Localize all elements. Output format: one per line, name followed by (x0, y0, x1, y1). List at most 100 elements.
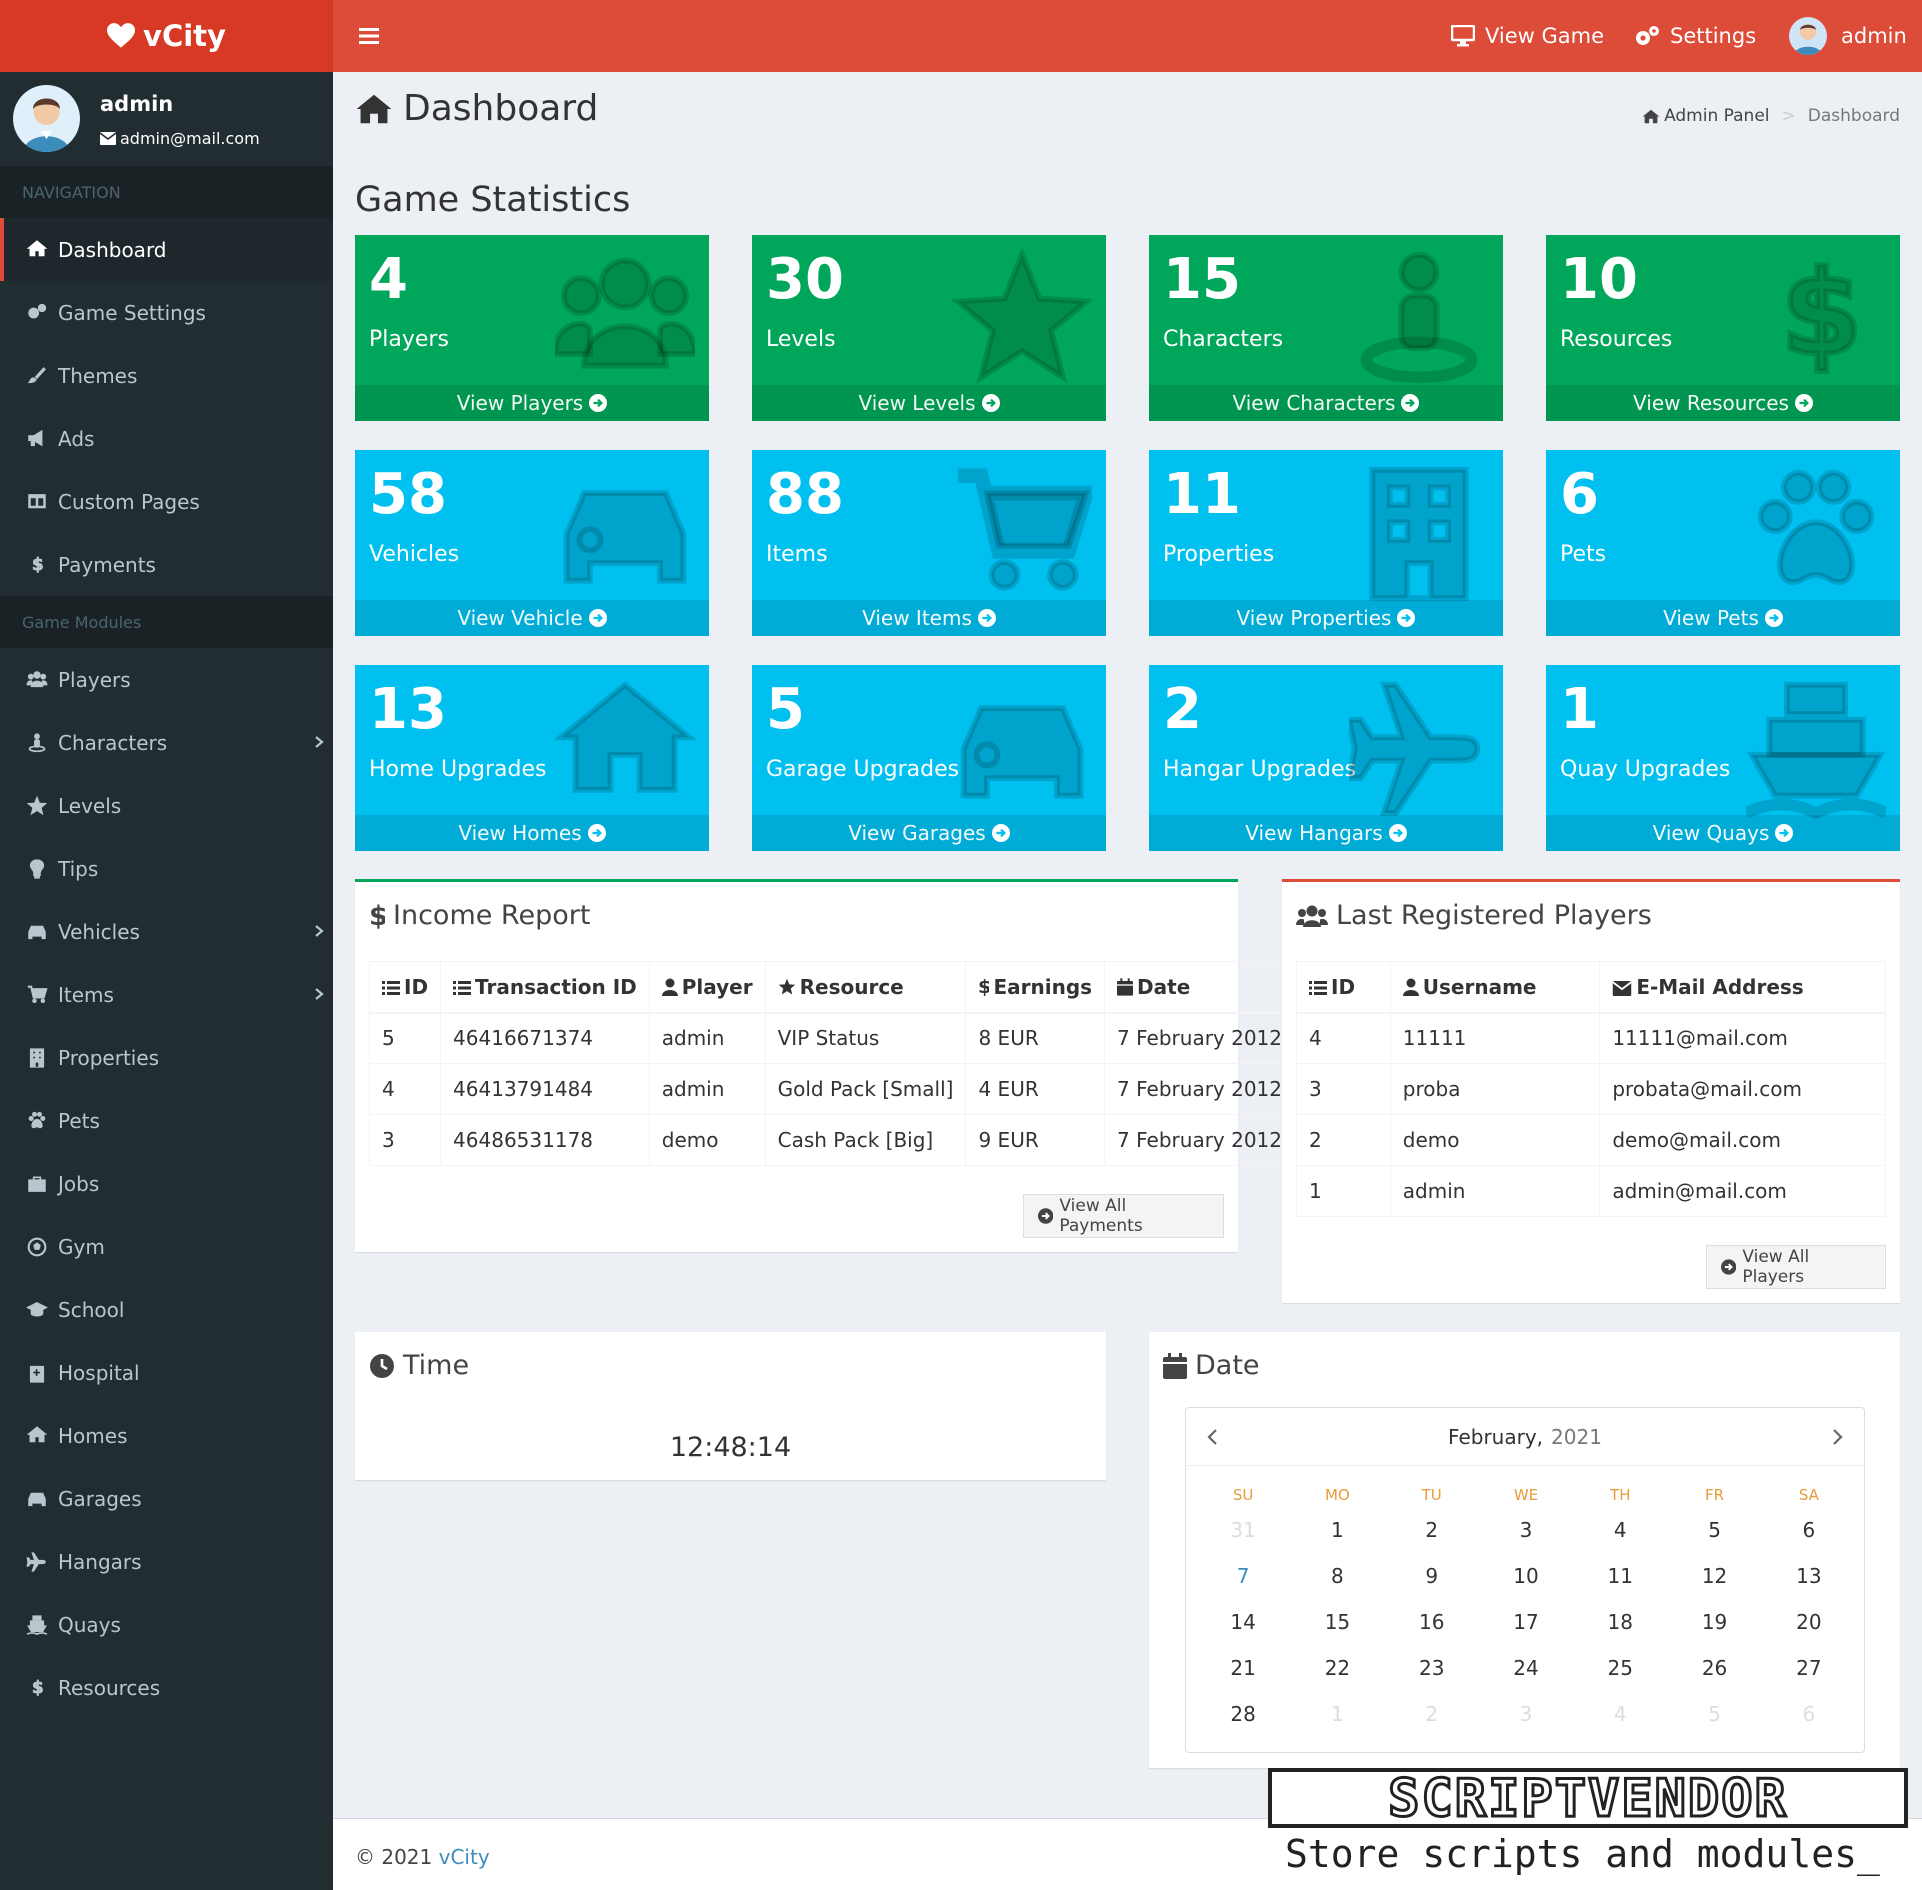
app-name: vCity (143, 19, 226, 53)
sidebar-item-homes[interactable]: Homes (0, 1404, 333, 1467)
sidebar-item-items[interactable]: Items (0, 963, 333, 1026)
sidebar-item-quays[interactable]: Quays (0, 1593, 333, 1656)
calendar-day[interactable]: 11 (1573, 1560, 1667, 1606)
sidebar-item-pets[interactable]: Pets (0, 1089, 333, 1152)
calendar-day[interactable]: 2 (1385, 1698, 1479, 1744)
calendar-day[interactable]: 4 (1573, 1514, 1667, 1560)
view-game-link[interactable]: View Game (1451, 0, 1604, 72)
stat-link[interactable]: View Levels (752, 385, 1106, 421)
stat-link[interactable]: View Vehicle (355, 600, 709, 636)
stat-link[interactable]: View Hangars (1149, 815, 1503, 851)
sidebar-item-characters[interactable]: Characters (0, 711, 333, 774)
calendar-icon (1117, 978, 1134, 996)
sidebar-item-properties[interactable]: Properties (0, 1026, 333, 1089)
table-cell: 8 EUR (965, 1012, 1106, 1064)
calendar-day[interactable]: 9 (1385, 1560, 1479, 1606)
stat-link[interactable]: View Resources (1546, 385, 1900, 421)
calendar-year[interactable]: 2021 (1551, 1425, 1602, 1449)
settings-link[interactable]: Settings (1634, 0, 1756, 72)
stat-box-vehicles: 58 Vehicles View Vehicle (355, 450, 709, 636)
calendar-day[interactable]: 10 (1479, 1560, 1573, 1606)
calendar-day[interactable]: 19 (1667, 1606, 1761, 1652)
stat-link[interactable]: View Garages (752, 815, 1106, 851)
calendar-day[interactable]: 28 (1196, 1698, 1290, 1744)
calendar-day[interactable]: 26 (1667, 1652, 1761, 1698)
chevron-left-icon[interactable] (1206, 1428, 1218, 1446)
stat-link[interactable]: View Characters (1149, 385, 1503, 421)
sidebar-item-game-settings[interactable]: Game Settings (0, 281, 333, 344)
footer-app-link[interactable]: vCity (439, 1845, 490, 1869)
cogs-icon (1636, 26, 1659, 45)
table-cell: 4 (368, 1063, 442, 1115)
calendar-day[interactable]: 8 (1290, 1560, 1384, 1606)
calendar-day[interactable]: 15 (1290, 1606, 1384, 1652)
calendar-month[interactable]: February, (1448, 1425, 1543, 1449)
table-cell: Cash Pack [Big] (764, 1114, 967, 1166)
calendar-day[interactable]: 1 (1290, 1514, 1384, 1560)
sidebar-item-hangars[interactable]: Hangars (0, 1530, 333, 1593)
sidebar-item-payments[interactable]: $ Payments (0, 533, 333, 596)
calendar-day[interactable]: 20 (1762, 1606, 1856, 1652)
calendar-day[interactable]: 18 (1573, 1606, 1667, 1652)
stat-value: 58 (369, 462, 447, 527)
stat-link[interactable]: View Items (752, 600, 1106, 636)
sidebar-item-resources[interactable]: $ Resources (0, 1656, 333, 1719)
calendar-day[interactable]: 22 (1290, 1652, 1384, 1698)
sidebar-item-levels[interactable]: Levels (0, 774, 333, 837)
chevron-right-icon[interactable] (1832, 1428, 1844, 1446)
sidebar-item-jobs[interactable]: Jobs (0, 1152, 333, 1215)
user-menu[interactable]: admin (1789, 0, 1907, 72)
calendar-day[interactable]: 1 (1290, 1698, 1384, 1744)
calendar-day[interactable]: 6 (1762, 1514, 1856, 1560)
user-menu-label: admin (1841, 24, 1907, 48)
sidebar-item-gym[interactable]: Gym (0, 1215, 333, 1278)
section-title: Game Statistics (355, 180, 631, 220)
calendar-day[interactable]: 7 (1196, 1560, 1290, 1606)
chevron-right-icon (315, 988, 324, 1000)
table-cell: demo (1389, 1114, 1601, 1166)
sidebar-item-players[interactable]: Players (0, 648, 333, 711)
calendar-day[interactable]: 25 (1573, 1652, 1667, 1698)
sidebar-item-tips[interactable]: Tips (0, 837, 333, 900)
calendar-day[interactable]: 5 (1667, 1698, 1761, 1744)
stat-link[interactable]: View Properties (1149, 600, 1503, 636)
user-icon (1402, 978, 1419, 996)
calendar-day[interactable]: 5 (1667, 1514, 1761, 1560)
calendar-day[interactable]: 3 (1479, 1514, 1573, 1560)
view-all-payments-button[interactable]: View All Payments (1023, 1194, 1224, 1238)
calendar-day[interactable]: 24 (1479, 1652, 1573, 1698)
calendar-day[interactable]: 16 (1385, 1606, 1479, 1652)
sidebar-item-ads[interactable]: Ads (0, 407, 333, 470)
stat-link[interactable]: View Homes (355, 815, 709, 851)
sidebar-item-themes[interactable]: Themes (0, 344, 333, 407)
calendar-day[interactable]: 4 (1573, 1698, 1667, 1744)
calendar-day[interactable]: 23 (1385, 1652, 1479, 1698)
breadcrumb-admin-panel[interactable]: Admin Panel (1664, 106, 1769, 126)
view-all-players-button[interactable]: View All Players (1706, 1245, 1886, 1289)
calendar-day[interactable]: 13 (1762, 1560, 1856, 1606)
sidebar-item-garages[interactable]: Garages (0, 1467, 333, 1530)
sidebar-item-hospital[interactable]: Hospital (0, 1341, 333, 1404)
app-logo[interactable]: vCity (0, 0, 333, 72)
calendar-day[interactable]: 21 (1196, 1652, 1290, 1698)
calendar-day[interactable]: 14 (1196, 1606, 1290, 1652)
sidebar-item-vehicles[interactable]: Vehicles (0, 900, 333, 963)
calendar-day[interactable]: 2 (1385, 1514, 1479, 1560)
sidebar-toggle-button[interactable] (353, 20, 385, 52)
calendar-day[interactable]: 12 (1667, 1560, 1761, 1606)
calendar-day[interactable]: 27 (1762, 1652, 1856, 1698)
stat-link[interactable]: View Players (355, 385, 709, 421)
stat-link[interactable]: View Quays (1546, 815, 1900, 851)
sidebar-item-school[interactable]: School (0, 1278, 333, 1341)
user-icon (661, 978, 678, 996)
stat-link[interactable]: View Pets (1546, 600, 1900, 636)
calendar-day[interactable]: 6 (1762, 1698, 1856, 1744)
calendar-day[interactable]: 31 (1196, 1514, 1290, 1560)
table-row: 2 demo demo@mail.com (1296, 1114, 1886, 1166)
calendar-day[interactable]: 17 (1479, 1606, 1573, 1652)
sidebar-item-custom-pages[interactable]: Custom Pages (0, 470, 333, 533)
avatar (13, 85, 80, 152)
calendar-day[interactable]: 3 (1479, 1698, 1573, 1744)
sidebar-item-dashboard[interactable]: Dashboard (0, 218, 333, 281)
calendar-weekday: TU (1421, 1486, 1442, 1504)
